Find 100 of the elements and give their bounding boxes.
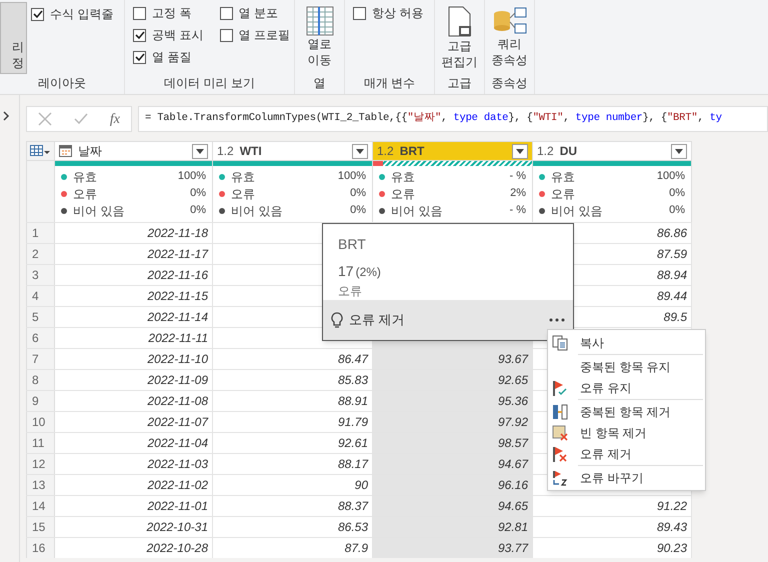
type-label: 1.2 bbox=[217, 143, 234, 160]
group-label: 열 bbox=[312, 75, 326, 92]
table-cell: 88.37 bbox=[213, 496, 373, 516]
caret-icon bbox=[675, 148, 683, 154]
ribbon-button[interactable]: 고급 편집기 bbox=[435, 2, 484, 70]
stat-label: 유효 bbox=[551, 168, 576, 186]
fx-button[interactable]: fx bbox=[110, 108, 120, 130]
dropdown-button[interactable] bbox=[352, 144, 368, 158]
caret-icon bbox=[516, 148, 524, 154]
table-cell: 2022-11-15 bbox=[55, 286, 213, 306]
popup-label: 오류 bbox=[338, 283, 363, 300]
dropdown-button[interactable] bbox=[671, 144, 687, 158]
checkbox[interactable] bbox=[31, 8, 44, 20]
stat-value: 0% bbox=[190, 203, 206, 218]
checkbox[interactable] bbox=[133, 28, 146, 42]
query-settings-button[interactable]: 리 정 bbox=[0, 2, 27, 74]
lightbulb-icon bbox=[331, 312, 343, 328]
stat-value: 100% bbox=[178, 169, 206, 184]
checkbox[interactable] bbox=[220, 6, 232, 20]
table-cell: 2022-11-09 bbox=[55, 370, 213, 390]
menu-item[interactable]: 오류 바꾸기 bbox=[548, 464, 705, 488]
table-cell: 2022-11-11 bbox=[55, 328, 213, 348]
row-number: 13 bbox=[26, 475, 55, 495]
stat-value: - % bbox=[510, 203, 526, 218]
table-grid-icon bbox=[306, 6, 334, 36]
row-number: 7 bbox=[26, 349, 55, 369]
table-cell: 91.79 bbox=[213, 412, 373, 432]
table-cell: 92.61 bbox=[213, 433, 373, 453]
ribbon-button[interactable]: 쿼리 종속성 bbox=[485, 2, 534, 68]
menu-item[interactable]: 중복된 항목 제거 bbox=[548, 398, 705, 422]
row-number: 1 bbox=[26, 223, 55, 243]
flag-replace-icon bbox=[552, 470, 568, 486]
table-cell: 92.65 bbox=[373, 370, 533, 390]
stat-value: 2% bbox=[510, 186, 526, 202]
table-cell: 2022-11-01 bbox=[55, 496, 213, 516]
column-header[interactable]: 날짜 bbox=[55, 141, 213, 161]
column-name: WTI bbox=[240, 143, 263, 160]
stat-label: 비어 있음 bbox=[551, 202, 604, 220]
column-header[interactable]: 1.2 DU bbox=[533, 141, 692, 161]
checkbox[interactable] bbox=[133, 6, 146, 20]
table-cell: 2022-11-10 bbox=[55, 349, 213, 369]
dropdown-button[interactable] bbox=[512, 144, 528, 158]
chevron-right-icon[interactable] bbox=[2, 111, 10, 121]
group-label: 고급 bbox=[446, 75, 472, 92]
row-number: 3 bbox=[26, 265, 55, 285]
column-header[interactable]: 1.2 WTI bbox=[213, 141, 373, 161]
column-name: DU bbox=[560, 143, 578, 160]
dropdown-button[interactable] bbox=[192, 144, 208, 158]
table-menu-icon[interactable] bbox=[30, 145, 50, 157]
row-number: 5 bbox=[26, 307, 55, 327]
more-icon[interactable] bbox=[549, 318, 565, 322]
check-icon bbox=[134, 52, 144, 62]
ribbon-button[interactable]: 열로 이동 bbox=[295, 2, 344, 68]
table-cell: 86.47 bbox=[213, 349, 373, 369]
error-percent: (2%) bbox=[356, 264, 381, 281]
checkbox[interactable] bbox=[133, 50, 146, 64]
stat-value: 0% bbox=[350, 203, 366, 218]
stat-label: 비어 있음 bbox=[73, 202, 126, 220]
column-header[interactable]: 1.2 BRT bbox=[373, 141, 533, 161]
menu-item[interactable]: 오류 유지 bbox=[548, 377, 705, 398]
stat-value: 0% bbox=[350, 186, 366, 202]
stat-value: 0% bbox=[669, 186, 685, 202]
stat-value: 100% bbox=[338, 169, 366, 184]
formula-field[interactable]: = Table.TransformColumnTypes(WTI_2_Table,{{"날짜", type date}, {"WTI", type number}, {"BRT", ty bbox=[138, 106, 768, 132]
table-cell: 2022-11-17 bbox=[55, 244, 213, 264]
row-number: 11 bbox=[26, 433, 55, 453]
row-number: 14 bbox=[26, 496, 55, 516]
checkbox-label: 수식 입력줄 bbox=[50, 6, 114, 23]
menu-item[interactable]: 빈 항목 제거 bbox=[548, 422, 705, 443]
menu-item[interactable]: 복사 bbox=[548, 332, 705, 353]
row-number: 6 bbox=[26, 328, 55, 348]
table-cell: 2022-11-03 bbox=[55, 454, 213, 474]
group-label: 데이터 미리 보기 bbox=[163, 75, 256, 92]
row-number: 4 bbox=[26, 286, 55, 306]
menu-item[interactable]: 중복된 항목 유지 bbox=[548, 353, 705, 377]
stat-value: - % bbox=[510, 169, 526, 184]
error-count: 17 bbox=[338, 262, 354, 281]
table-cell: 2022-11-02 bbox=[55, 475, 213, 495]
caret-icon bbox=[356, 148, 364, 154]
popup-title: BRT bbox=[338, 235, 367, 254]
stat-value: 100% bbox=[656, 169, 685, 184]
stat-value: 0% bbox=[190, 186, 206, 202]
row-number: 12 bbox=[26, 454, 55, 474]
checkbox-label: 공백 표시 bbox=[152, 27, 204, 44]
check-icon[interactable] bbox=[74, 112, 88, 126]
checkbox[interactable] bbox=[220, 28, 232, 42]
checkbox[interactable] bbox=[353, 6, 366, 20]
column-name: 날짜 bbox=[78, 143, 103, 160]
checkbox-label: 항상 허용 bbox=[372, 5, 424, 22]
table-cell: 94.67 bbox=[373, 454, 533, 474]
stat-label: 오류 bbox=[551, 186, 576, 202]
database-link-icon bbox=[492, 6, 526, 36]
check-icon bbox=[32, 9, 42, 19]
stat-label: 비어 있음 bbox=[391, 202, 444, 220]
row-number: 2 bbox=[26, 244, 55, 264]
row-number: 10 bbox=[26, 412, 55, 432]
check-icon bbox=[134, 30, 144, 40]
caret-icon bbox=[196, 148, 204, 154]
menu-item[interactable]: 오류 제거 bbox=[548, 443, 705, 464]
document-icon bbox=[446, 6, 472, 38]
